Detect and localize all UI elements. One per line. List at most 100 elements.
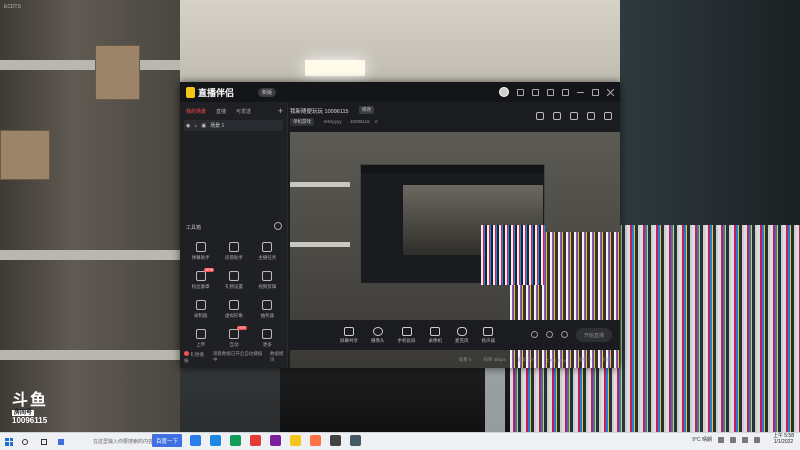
pinned-app-icon[interactable] [250,435,261,446]
stat-dropped: 丢帧 0% [517,357,535,362]
network-icon[interactable] [730,436,736,443]
start-button[interactable] [0,433,18,450]
left-status-bar: 礼物播报 观看数据已开启自动播报中 数据模块 [184,351,287,364]
tool-gift-settings[interactable]: 礼物设置 [217,271,250,290]
message-icon[interactable] [517,88,524,96]
avatar[interactable] [499,87,509,97]
tool-room-admin[interactable]: 房管助手 [217,242,250,261]
tool-fan-badge[interactable]: NEW 粉丝徽章 [184,268,217,290]
pinned-app-icon[interactable] [230,435,241,446]
room-action-icons [536,112,612,120]
microphone-button[interactable]: 麦克风 [455,326,469,344]
recursive-preview [360,164,545,285]
add-scene-button[interactable]: + [278,106,283,116]
ime-icon[interactable] [754,436,760,443]
mini-controls [531,331,568,338]
task-view-icon[interactable] [41,439,47,445]
tool-interact[interactable]: HOT 互动 [217,326,250,348]
pinned-apps [190,435,361,446]
bell-icon[interactable] [587,112,595,120]
maximize-button[interactable] [592,88,599,96]
pinned-app-icon[interactable] [190,435,201,446]
weather-text[interactable]: 9°C 晴朗 [692,436,712,443]
pinned-app-icon[interactable] [330,435,341,446]
volume-icon[interactable] [742,436,748,443]
windows-icon [5,437,13,446]
ceiling [180,0,620,90]
lottery-icon [262,300,273,310]
corner-text: ECDTS [4,4,21,10]
camera-button[interactable]: 摄像头 [371,326,385,344]
tool-video-cut[interactable]: 视频剪辑 [251,271,284,290]
pinned-app-icon[interactable] [210,435,221,446]
stat-viewers: 观看 0 [458,357,472,362]
shop-icon[interactable] [570,112,578,120]
nested-glitch [481,225,545,285]
pinned-app-icon[interactable] [350,435,361,446]
pinned-app-icon[interactable] [310,435,321,446]
app-title: 直播伴侣 [198,88,235,98]
skin-icon[interactable] [532,88,539,96]
eye-icon[interactable] [546,331,553,338]
close-icon[interactable] [606,88,615,96]
tool-more[interactable]: 更多 [251,329,284,348]
pinned-app-icon[interactable] [290,435,301,446]
clock[interactable]: 上午 5:58 1/1/2022 [773,433,794,445]
screen-share-button[interactable]: 屏幕共享 [340,326,358,344]
menu-icon[interactable] [562,88,569,96]
tool-virtual-avatar[interactable]: 虚拟形象 [217,300,250,319]
tool-lottery[interactable]: 抽奖器 [251,300,284,319]
tool-upload[interactable]: 上传 [184,329,217,348]
speaker-button[interactable]: 扬声器 [482,326,495,344]
status-dot-icon [184,351,189,356]
tab-my-scenes[interactable]: 我的场景 [186,108,206,116]
stat-bitrate: 码率 0kbps [483,357,506,362]
ceiling-light [305,60,365,76]
tool-anchor-task[interactable]: 主播任务 [251,242,284,261]
taskbar-search[interactable] [18,435,82,449]
start-live-button[interactable]: 开始直播 [576,328,612,342]
lock-icon[interactable] [553,112,561,120]
settings-icon[interactable] [547,88,554,96]
pinned-app-icon[interactable] [270,435,281,446]
edit-title-button[interactable]: 修改 [359,106,374,114]
douyu-watermark: 斗鱼 房间号 10096115 [12,393,72,425]
shelf [0,350,180,360]
video-icon [430,326,441,336]
scene-tabs: 我的场景 直播 可发送 [180,102,287,116]
fish-logo-icon [186,87,195,98]
gift-broadcast[interactable]: 礼物播报 [184,351,207,364]
task-icon [262,242,273,252]
phone-cast-button[interactable]: 手机投屏 [398,326,416,344]
share-icon[interactable] [604,112,612,120]
tab-sendable[interactable]: 可发送 [236,108,251,116]
tool-danmu[interactable]: 弹幕助手 [184,242,217,261]
camera-icon [372,326,383,336]
chevron-up-icon[interactable] [718,436,724,443]
lock-icon[interactable]: ⌂ [194,123,197,129]
room-number: 10096115 [12,416,48,425]
scene-list-item[interactable]: ◉ ⌂ ▣ 场景 1 [184,120,283,131]
room-id: 10096115 [350,119,370,124]
toolbox-more-icon[interactable] [274,222,282,230]
douyu-logo-text: 斗鱼 [12,392,49,409]
gear-icon[interactable] [561,331,568,338]
cardboard-box [0,130,50,180]
minimize-button[interactable] [577,91,584,93]
version-badge[interactable]: 新版 [258,88,277,97]
video-cam-icon[interactable] [531,331,538,338]
widgets-icon[interactable] [58,439,64,445]
category-selector[interactable]: 单机游戏 [290,118,314,126]
gift-icon[interactable] [536,112,544,120]
baidu-search-button[interactable]: 百度一下 [152,434,183,447]
mic-icon [456,326,467,336]
more-icon [262,329,273,339]
eye-icon[interactable]: ◉ [186,123,190,129]
video-recorder-button[interactable]: 录像机 [429,326,442,344]
data-module-link[interactable]: 数据模块 [270,351,287,364]
tool-recorder[interactable]: 录制器 [184,300,217,319]
cardboard-box [95,45,140,100]
tab-live[interactable]: 直播 [216,108,226,116]
badge-icon [195,271,206,281]
search-input[interactable]: 在这里输入你要搜索的内容 [93,435,153,447]
